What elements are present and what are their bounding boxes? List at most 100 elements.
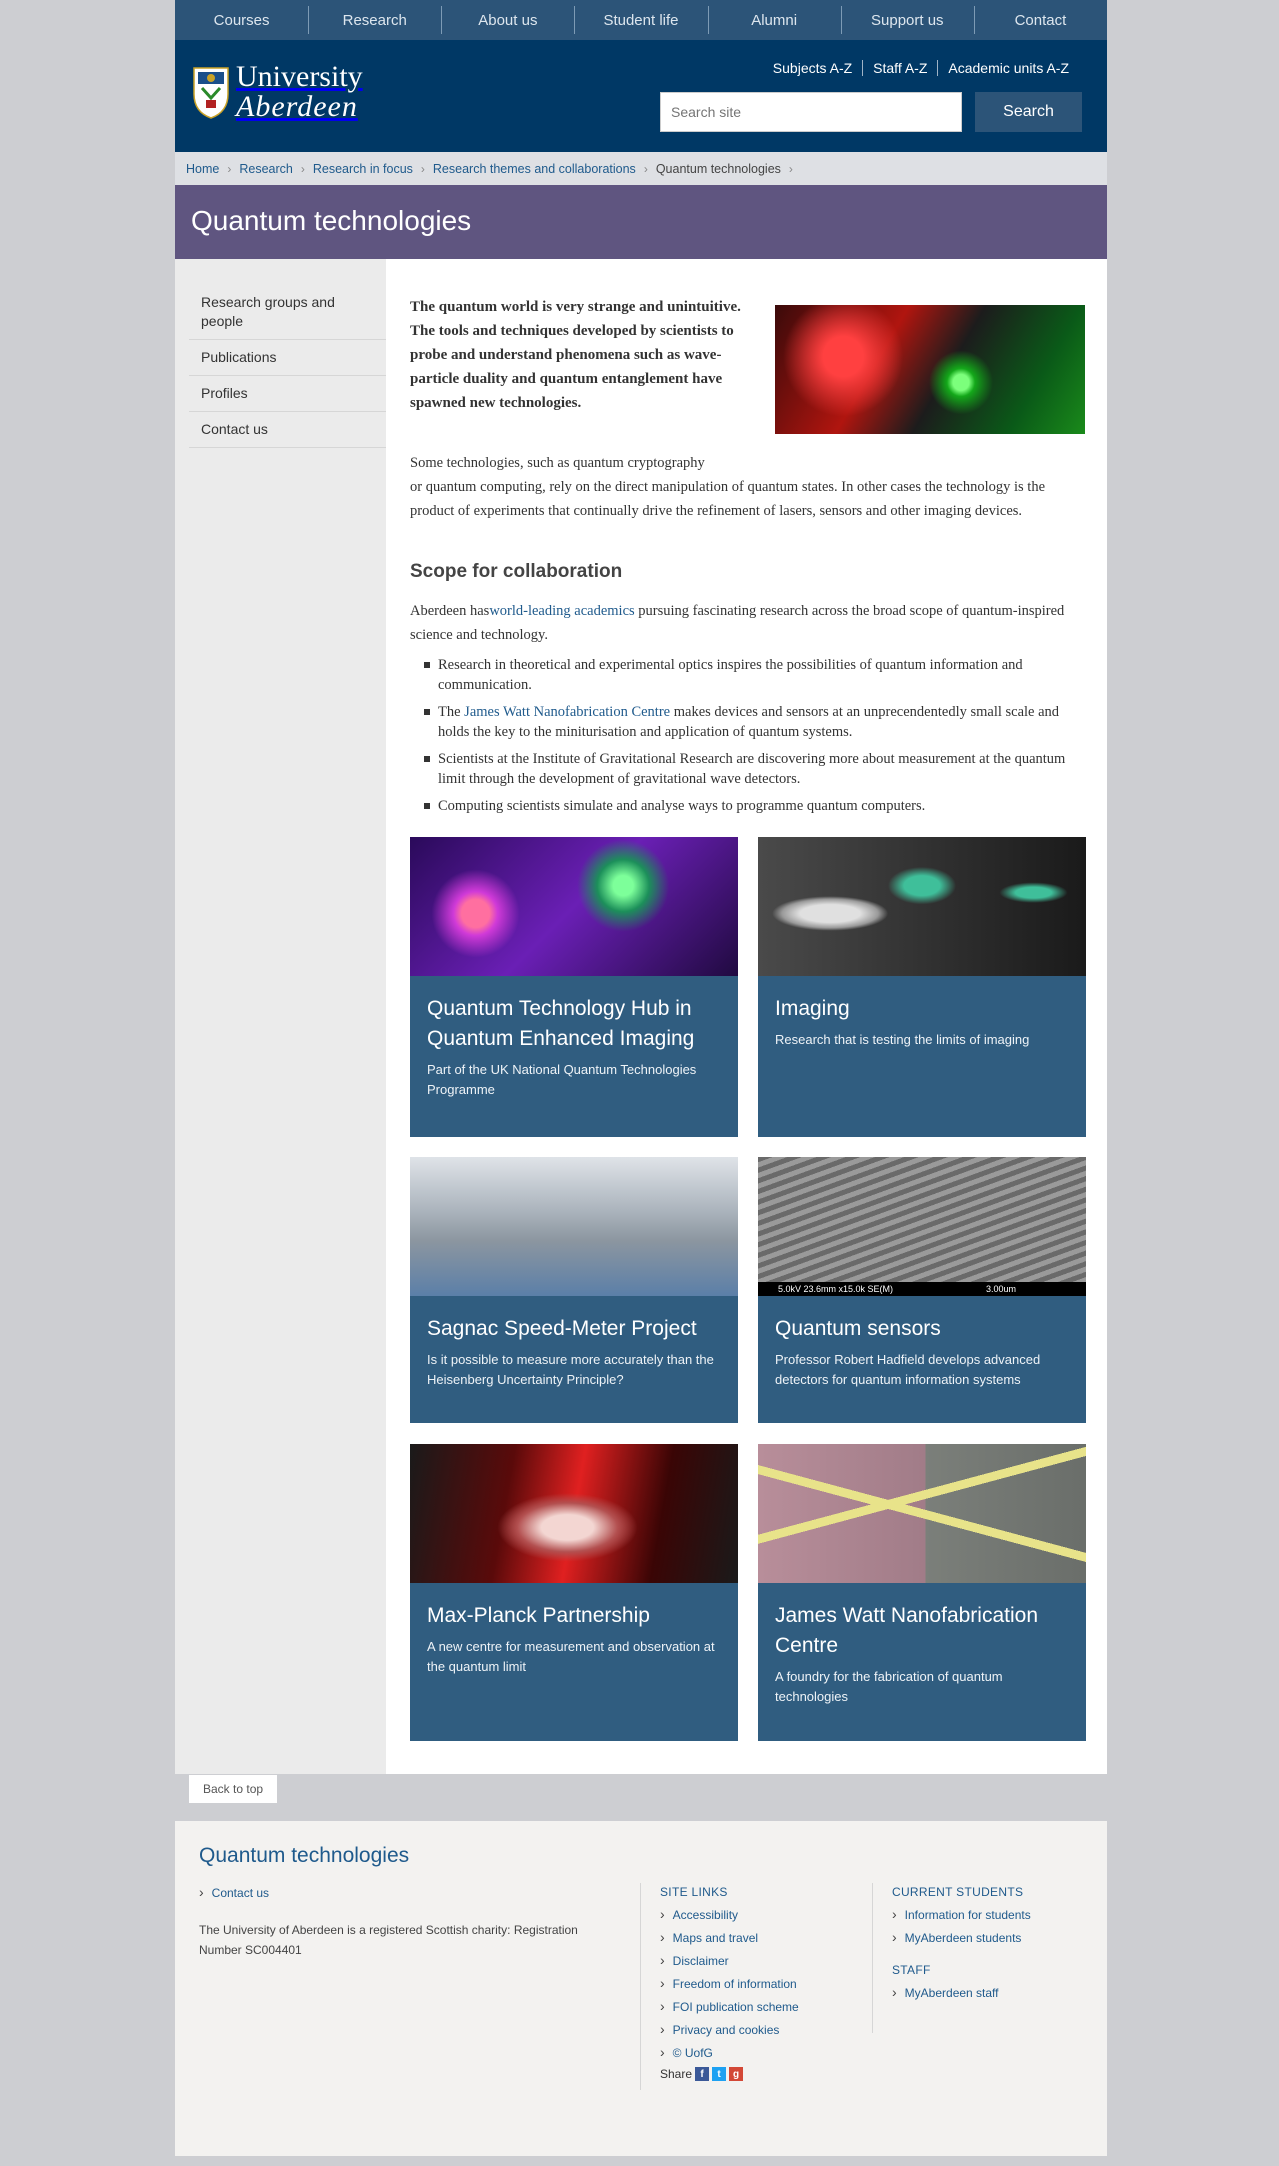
card-quantum-hub[interactable]: Quantum Technology Hub in Quantum Enhanc… — [410, 837, 738, 1137]
sem-scale: 3.00um — [985, 1284, 1016, 1294]
card-description: A foundry for the fabrication of quantum… — [775, 1669, 1003, 1704]
google-plus-icon[interactable]: g — [729, 2067, 744, 2081]
card-image — [410, 837, 738, 976]
sidebar: Research groups and people Publications … — [175, 259, 386, 1774]
twitter-icon[interactable]: t — [712, 2067, 727, 2081]
nav-research[interactable]: Research — [308, 0, 441, 40]
card-title: James Watt Nanofabrication Centre — [775, 1604, 1039, 1657]
card-sagnac[interactable]: Sagnac Speed-Meter Project Is it possibl… — [410, 1157, 738, 1423]
page: Courses Research About us Student life A… — [175, 0, 1107, 1774]
top-nav: Courses Research About us Student life A… — [175, 0, 1107, 40]
sidebar-item-publications[interactable]: Publications — [189, 340, 386, 376]
bullet2-pre: The — [438, 704, 465, 720]
breadcrumb-research-in-focus[interactable]: Research in focus — [313, 162, 413, 176]
card-max-planck[interactable]: Max-Planck Partnership A new centre for … — [410, 1444, 738, 1741]
breadcrumb-research[interactable]: Research — [239, 162, 293, 176]
charity-notice: The University of Aberdeen is a register… — [199, 1923, 578, 1957]
sidebar-item-contact-us[interactable]: Contact us — [189, 412, 386, 448]
academic-units-link[interactable]: Academic units A-Z — [937, 60, 1079, 76]
paragraph-line1: Some technologies, such as quantum crypt… — [410, 455, 705, 471]
world-leading-academics-link[interactable]: world-leading academics — [489, 603, 634, 619]
footer-link-foi-scheme[interactable]: FOI publication scheme — [660, 1998, 799, 2014]
card-title: Quantum Technology Hub in Quantum Enhanc… — [427, 997, 695, 1050]
paragraph-collaboration: Aberdeen hasworld-leading academics purs… — [410, 599, 1086, 647]
footer-link-disclaimer[interactable]: Disclaimer — [660, 1952, 799, 1968]
facebook-icon[interactable]: f — [695, 2067, 710, 2081]
footer-link-info-students[interactable]: Information for students — [892, 1906, 1031, 1922]
card-image — [758, 1444, 1086, 1583]
nav-courses[interactable]: Courses — [175, 0, 308, 40]
footer-divider — [872, 1883, 873, 2033]
footer-link-maps[interactable]: Maps and travel — [660, 1929, 799, 1945]
research-list: Research in theoretical and experimental… — [424, 655, 1086, 823]
back-to-top-link[interactable]: Back to top — [189, 1775, 278, 1803]
breadcrumb-research-themes[interactable]: Research themes and collaborations — [433, 162, 636, 176]
card-title: Imaging — [775, 997, 850, 1020]
staff-az-link[interactable]: Staff A-Z — [862, 60, 937, 76]
sidebar-item-profiles[interactable]: Profiles — [189, 376, 386, 412]
card-jwnc[interactable]: James Watt Nanofabrication Centre A foun… — [758, 1444, 1086, 1741]
site-footer: Quantum technologies Contact us The Univ… — [175, 1821, 1107, 2156]
site-links-heading: SITE LINKS — [660, 1885, 728, 1899]
footer-title: Quantum technologies — [199, 1844, 410, 1867]
footer-link-uofg[interactable]: © UofG — [660, 2044, 799, 2060]
card-image: 5.0kV 23.6mm x15.0k SE(M) 3.00um — [758, 1157, 1086, 1296]
footer-divider — [640, 1883, 641, 2090]
card-description: Professor Robert Hadfield develops advan… — [775, 1352, 1041, 1387]
card-image — [758, 837, 1086, 976]
card-quantum-sensors[interactable]: 5.0kV 23.6mm x15.0k SE(M) 3.00um Quantum … — [758, 1157, 1086, 1423]
list-item: Computing scientists simulate and analys… — [424, 796, 1086, 816]
card-image — [410, 1157, 738, 1296]
footer-link-myaberdeen-staff[interactable]: MyAberdeen staff — [892, 1984, 1031, 2000]
nav-alumni[interactable]: Alumni — [707, 0, 841, 40]
nav-contact[interactable]: Contact — [973, 0, 1107, 40]
breadcrumb-home[interactable]: Home — [186, 162, 219, 176]
card-imaging[interactable]: Imaging Research that is testing the lim… — [758, 837, 1086, 1137]
card-description: Is it possible to measure more accuratel… — [427, 1352, 714, 1387]
footer-link-accessibility[interactable]: Accessibility — [660, 1906, 799, 1922]
site-header: University Aberdeen Subjects A-Z Staff A… — [175, 40, 1107, 152]
footer-link-foi[interactable]: Freedom of information — [660, 1975, 799, 1991]
card-image — [410, 1444, 738, 1583]
chevron-right-icon: › — [300, 161, 305, 176]
section-heading: Scope for collaboration — [410, 561, 623, 582]
paragraph-technologies: Some technologies, such as quantum crypt… — [410, 451, 1086, 523]
page-title: Quantum technologies — [191, 205, 472, 236]
search-input[interactable] — [660, 92, 962, 132]
list-item: The James Watt Nanofabrication Centre ma… — [424, 702, 1086, 742]
nav-about-us[interactable]: About us — [441, 0, 574, 40]
nav-student-life[interactable]: Student life — [574, 0, 707, 40]
chevron-right-icon: › — [420, 161, 425, 176]
intro-text: The quantum world is very strange and un… — [410, 299, 741, 411]
content-area: Research groups and people Publications … — [175, 259, 1107, 1774]
sem-caption: 5.0kV 23.6mm x15.0k SE(M) — [778, 1284, 894, 1294]
share-label: Share — [660, 2067, 693, 2081]
crest-icon — [193, 67, 229, 119]
card-title: Quantum sensors — [775, 1317, 941, 1340]
footer-link-privacy[interactable]: Privacy and cookies — [660, 2021, 799, 2037]
card-description: A new centre for measurement and observa… — [427, 1639, 715, 1674]
utility-links: Subjects A-Z Staff A-Z Academic units A-… — [763, 60, 1079, 76]
breadcrumb: Home › Research › Research in focus › Resea… — [175, 152, 1107, 185]
card-title: Max-Planck Partnership — [427, 1604, 650, 1627]
university-logo[interactable]: University Aberdeen — [192, 62, 363, 122]
current-students-heading: CURRENT STUDENTS — [892, 1885, 1024, 1899]
breadcrumb-current: Quantum technologies — [655, 161, 781, 176]
card-description: Research that is testing the limits of i… — [775, 1032, 1030, 1047]
subjects-az-link[interactable]: Subjects A-Z — [763, 60, 862, 76]
share-bar: Share f t g — [660, 2067, 799, 2081]
page-banner: Quantum technologies — [175, 185, 1107, 271]
card-title: Sagnac Speed-Meter Project — [427, 1317, 697, 1340]
list-item: Research in theoretical and experimental… — [424, 655, 1086, 695]
nav-support-us[interactable]: Support us — [840, 0, 974, 40]
card-description: Part of the UK National Quantum Technolo… — [427, 1062, 697, 1097]
search-button[interactable]: Search — [975, 92, 1082, 132]
footer-contact-link[interactable]: Contact us — [199, 1884, 269, 1900]
sidebar-item-research-groups[interactable]: Research groups and people — [189, 285, 386, 340]
jwnc-link[interactable]: James Watt Nanofabrication Centre — [464, 704, 670, 720]
chevron-right-icon: › — [227, 161, 232, 176]
staff-heading: STAFF — [892, 1963, 931, 1977]
footer-site-links: SITE LINKS Accessibility Maps and travel… — [660, 1885, 799, 2081]
footer-current-students: CURRENT STUDENTS Information for student… — [892, 1885, 1031, 2007]
footer-link-myaberdeen-students[interactable]: MyAberdeen students — [892, 1929, 1031, 1945]
